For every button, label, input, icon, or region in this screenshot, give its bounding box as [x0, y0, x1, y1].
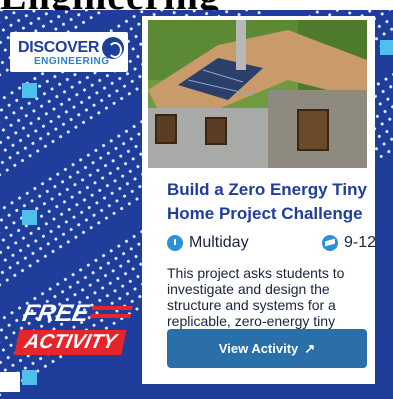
accent-square — [22, 83, 37, 98]
free-activity-badge: FREE ACTIVITY — [14, 300, 133, 355]
accent-square — [22, 210, 37, 225]
cropped-banner: Engineering — [0, 0, 393, 10]
clock-icon — [167, 235, 183, 251]
speed-lines-icon — [89, 306, 133, 322]
discover-engineering-logo: DISCOVER ENGINEERING — [10, 32, 128, 72]
view-activity-label: View Activity — [218, 341, 299, 356]
duration-text: Multiday — [189, 234, 249, 251]
accent-square — [22, 370, 37, 385]
activity-label: ACTIVITY — [14, 330, 127, 355]
grade-info: 9-12 — [322, 234, 376, 252]
accent-square — [380, 40, 393, 55]
corner-fragment — [0, 372, 20, 392]
logo-line2: ENGINEERING — [34, 56, 110, 67]
tiny-home-photo — [148, 20, 367, 168]
logo-line1: DISCOVER — [18, 39, 100, 56]
duration-info: Multiday — [167, 234, 249, 252]
graduation-cap-icon — [322, 235, 338, 251]
view-activity-button[interactable]: View Activity ↗ — [167, 329, 367, 368]
banner-text: Engineering — [0, 0, 220, 10]
arrow-up-right-icon: ↗ — [304, 340, 316, 356]
grade-text: 9-12 — [344, 234, 377, 251]
activity-title: Build a Zero Energy Tiny Home Project Ch… — [167, 180, 367, 223]
logo-mark-icon — [102, 37, 124, 59]
